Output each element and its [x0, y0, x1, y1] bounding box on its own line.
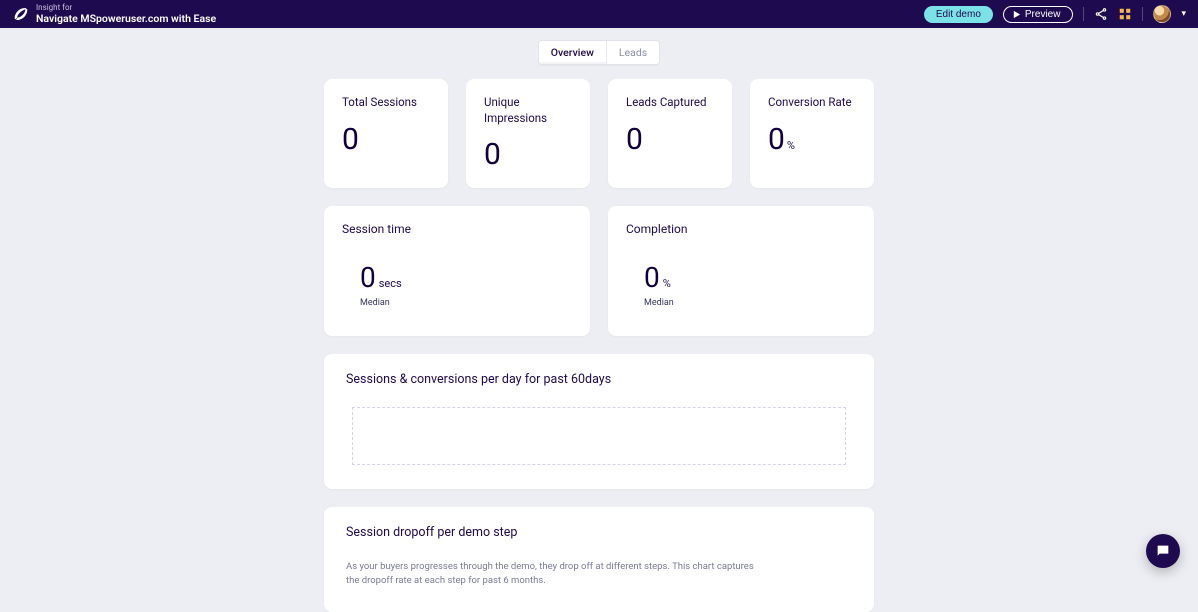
- tabbar: Overview Leads: [538, 40, 660, 65]
- stat-label: Conversion Rate: [768, 95, 856, 111]
- stat-value: 0: [626, 125, 714, 155]
- card-sub: Median: [644, 298, 856, 308]
- dropoff-chart-card: Session dropoff per demo step As your bu…: [324, 507, 874, 612]
- sessions-chart-card: Sessions & conversions per day for past …: [324, 354, 874, 489]
- stat-label: Leads Captured: [626, 95, 714, 111]
- stat-label: Total Sessions: [342, 95, 430, 111]
- card-value: 0: [644, 264, 660, 292]
- card-sub: Median: [360, 298, 572, 308]
- stat-label: Unique Impressions: [484, 95, 572, 126]
- card-value: 0: [360, 264, 376, 292]
- divider: [1142, 7, 1143, 21]
- card-title: Session dropoff per demo step: [346, 525, 852, 540]
- card-title: Completion: [626, 222, 856, 236]
- dashboard-container: Total Sessions 0 Unique Impressions 0 Le…: [324, 79, 874, 612]
- stat-leads-captured: Leads Captured 0: [608, 79, 732, 188]
- card-body: 0secs Median: [342, 264, 572, 308]
- topbar-right: Edit demo Preview ▾: [924, 5, 1186, 23]
- chat-fab[interactable]: [1146, 534, 1180, 568]
- card-description: As your buyers progresses through the de…: [346, 560, 766, 588]
- stat-conversion-rate: Conversion Rate 0%: [750, 79, 874, 188]
- play-icon: [1012, 10, 1021, 19]
- avatar[interactable]: [1153, 5, 1171, 23]
- card-unit: %: [663, 277, 671, 290]
- divider: [1083, 7, 1084, 21]
- preview-button[interactable]: Preview: [1003, 6, 1074, 23]
- content: Overview Leads Total Sessions 0 Unique I…: [0, 28, 1198, 612]
- share-icon[interactable]: [1094, 7, 1108, 21]
- chat-icon: [1155, 543, 1171, 559]
- completion-card: Completion 0% Median: [608, 206, 874, 336]
- card-body: 0% Median: [626, 264, 856, 308]
- grid-icon[interactable]: [1118, 7, 1132, 21]
- page-title: Navigate MSpoweruser.com with Ease: [36, 13, 216, 25]
- card-title: Session time: [342, 222, 572, 236]
- stat-value: 0%: [768, 125, 856, 155]
- topbar-left: Insight for Navigate MSpoweruser.com wit…: [12, 4, 924, 24]
- preview-label: Preview: [1025, 9, 1061, 20]
- stat-value: 0: [342, 125, 430, 155]
- mid-row: Session time 0secs Median Completion 0% …: [324, 206, 874, 336]
- session-time-card: Session time 0secs Median: [324, 206, 590, 336]
- card-title: Sessions & conversions per day for past …: [346, 372, 852, 387]
- stat-total-sessions: Total Sessions 0: [324, 79, 448, 188]
- user-menu-caret[interactable]: ▾: [1181, 9, 1186, 19]
- feather-icon: [12, 6, 28, 22]
- tab-leads[interactable]: Leads: [607, 41, 659, 64]
- stat-unique-impressions: Unique Impressions 0: [466, 79, 590, 188]
- insight-block: Insight for Navigate MSpoweruser.com wit…: [36, 4, 216, 24]
- chart-placeholder: [352, 407, 846, 465]
- edit-demo-button[interactable]: Edit demo: [924, 6, 993, 23]
- topbar: Insight for Navigate MSpoweruser.com wit…: [0, 0, 1198, 28]
- tab-overview[interactable]: Overview: [539, 41, 607, 64]
- stat-value: 0: [484, 140, 572, 170]
- card-unit: secs: [379, 277, 402, 290]
- stats-row: Total Sessions 0 Unique Impressions 0 Le…: [324, 79, 874, 188]
